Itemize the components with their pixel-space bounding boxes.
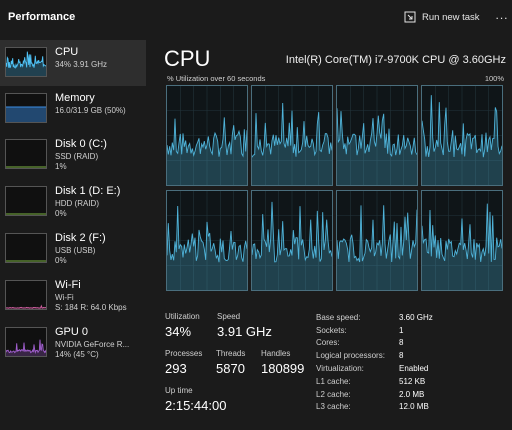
spec-label: Cores: (316, 338, 340, 347)
graph-max-label: 100% (484, 74, 504, 83)
spec-value: 2.0 MB (399, 390, 425, 399)
graph-caption: % Utilization over 60 seconds (167, 74, 266, 83)
sidebar-item-disk1[interactable]: Disk 1 (D: E:) HDD (RAID) 0% (0, 179, 146, 225)
sidebar-item-label: GPU 0 (55, 326, 89, 338)
uptime-label: Up time (165, 386, 193, 395)
handles-label: Handles (261, 349, 291, 358)
wifi-thumbnail (5, 280, 47, 310)
spec-value: 8 (399, 351, 404, 360)
core-graph-plot (337, 86, 417, 185)
sidebar-item-wifi[interactable]: Wi-Fi Wi-Fi S: 184 R: 64.0 Kbps (0, 273, 146, 319)
sidebar-item-disk2[interactable]: Disk 2 (F:) USB (USB) 0% (0, 226, 146, 272)
sidebar-item-usage: 0% (55, 256, 67, 265)
core-graph (251, 85, 333, 186)
core-graph (251, 190, 333, 291)
usage-line (6, 304, 46, 309)
cpu-stats: Utilization 34% Speed 3.91 GHz Processes… (158, 310, 508, 430)
core-graph (166, 190, 248, 291)
panel-title: CPU (164, 46, 211, 71)
threads-label: Threads (216, 349, 246, 358)
sidebar-item-label: Wi-Fi (55, 279, 81, 291)
spec-label: Logical processors: (316, 351, 385, 360)
sidebar-item-usage: 1% (55, 162, 67, 171)
core-graph (336, 190, 418, 291)
speed-value: 3.91 GHz (217, 324, 272, 339)
processes-label: Processes (165, 349, 203, 358)
task-manager-window: Performance Run new task ... CPU 34% 3.9… (0, 0, 512, 430)
core-graph-plot (422, 86, 502, 185)
more-options-icon[interactable]: ... (495, 9, 509, 23)
disk1-thumbnail (5, 186, 47, 216)
spec-value: 512 KB (399, 377, 426, 386)
sidebar-item-gpu0[interactable]: GPU 0 NVIDIA GeForce R... 14% (45 °C) (0, 320, 146, 366)
spec-value: Enabled (399, 364, 429, 373)
utilization-label: Utilization (165, 312, 200, 321)
cpu-model-name: Intel(R) Core(TM) i7-9700K CPU @ 3.60GHz (285, 54, 506, 66)
core-graph-plot (252, 86, 332, 185)
spec-label: L1 cache: (316, 377, 351, 386)
core-graph (421, 85, 503, 186)
sidebar-item-detail: 16.0/31.9 GB (50%) (55, 106, 126, 115)
speed-label: Speed (217, 312, 241, 321)
sidebar-item-label: CPU (55, 46, 79, 58)
spec-value: 12.0 MB (399, 402, 429, 411)
core-graph-plot (422, 191, 502, 290)
sidebar-item-memory[interactable]: Memory 16.0/31.9 GB (50%) (0, 86, 146, 132)
spec-value: 1 (399, 326, 404, 335)
sidebar-item-label: Disk 0 (C:) (55, 138, 107, 150)
spec-value: 8 (399, 338, 404, 347)
core-graph (336, 85, 418, 186)
sidebar-item-detail: 34% 3.91 GHz (55, 60, 108, 69)
spec-label: L3 cache: (316, 402, 351, 411)
run-new-task-label: Run new task (422, 11, 480, 23)
core-graph-plot (167, 191, 247, 290)
core-graph-plot (167, 86, 247, 185)
sidebar-item-cpu[interactable]: CPU 34% 3.91 GHz (0, 40, 146, 86)
device-sidebar: CPU 34% 3.91 GHz Memory 16.0/31.9 GB (50… (0, 40, 146, 430)
sidebar-item-detail: HDD (RAID) (55, 199, 99, 208)
memory-fill (6, 107, 46, 122)
disk0-thumbnail (5, 139, 47, 169)
core-graphs-grid (166, 85, 503, 307)
core-graph-plot (252, 191, 332, 290)
sidebar-item-disk0[interactable]: Disk 0 (C:) SSD (RAID) 1% (0, 132, 146, 178)
run-task-icon (404, 11, 416, 23)
run-new-task-button[interactable]: Run new task (404, 8, 480, 26)
spec-label: Base speed: (316, 313, 361, 322)
threads-value: 5870 (216, 361, 245, 376)
disk2-thumbnail (5, 233, 47, 263)
sidebar-item-detail: USB (USB) (55, 246, 96, 255)
core-graph (166, 85, 248, 186)
sidebar-item-usage: 0% (55, 209, 67, 218)
cpu-thumbnail (5, 47, 47, 77)
sidebar-item-detail: SSD (RAID) (55, 152, 99, 161)
processes-value: 293 (165, 361, 187, 376)
handles-value: 180899 (261, 361, 305, 376)
gpu0-thumbnail (5, 327, 47, 357)
sidebar-item-detail: NVIDIA GeForce R... (55, 340, 130, 349)
utilization-value: 34% (165, 324, 192, 339)
sidebar-item-label: Memory (55, 92, 95, 104)
sidebar-item-label: Disk 1 (D: E:) (55, 185, 121, 197)
sidebar-item-usage: S: 184 R: 64.0 Kbps (55, 303, 127, 312)
cpu-panel: CPU Intel(R) Core(TM) i7-9700K CPU @ 3.6… (158, 40, 508, 430)
core-graph-plot (337, 191, 417, 290)
spec-label: L2 cache: (316, 390, 351, 399)
spec-label: Virtualization: (316, 364, 364, 373)
spec-label: Sockets: (316, 326, 347, 335)
sidebar-item-usage: 14% (45 °C) (55, 350, 99, 359)
uptime-value: 2:15:44:00 (165, 398, 227, 413)
spec-value: 3.60 GHz (399, 313, 433, 322)
core-graph (421, 190, 503, 291)
header-bar: Performance Run new task ... (0, 0, 512, 36)
sidebar-item-label: Disk 2 (F:) (55, 232, 106, 244)
page-title: Performance (8, 11, 76, 23)
sidebar-item-detail: Wi-Fi (55, 293, 74, 302)
memory-thumbnail (5, 93, 47, 123)
